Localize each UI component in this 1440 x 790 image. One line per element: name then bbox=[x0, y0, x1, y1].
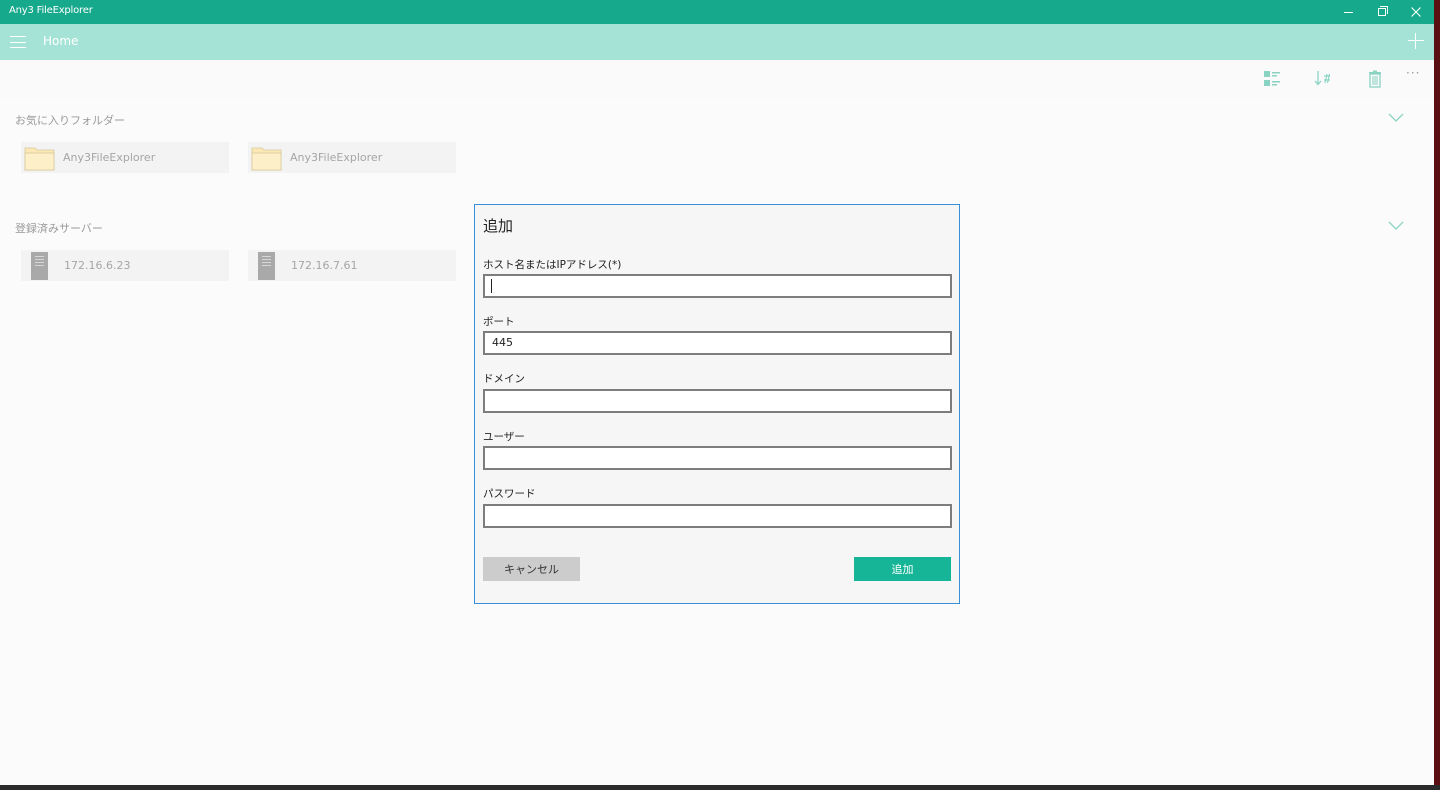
server-item[interactable]: 172.16.6.23 bbox=[21, 250, 229, 281]
chevron-down-icon[interactable] bbox=[1388, 221, 1404, 231]
restore-icon bbox=[1378, 6, 1388, 16]
add-server-dialog: 追加 ホスト名またはIPアドレス(*) ポート 445 ドメイン ユーザー パス… bbox=[474, 204, 960, 604]
app-header: Home bbox=[0, 24, 1434, 60]
minimize-button[interactable] bbox=[1331, 0, 1365, 24]
window-title: Any3 FileExplorer bbox=[9, 5, 93, 16]
favorite-folder-item[interactable]: Any3FileExplorer bbox=[21, 142, 229, 173]
server-icon bbox=[31, 251, 48, 280]
folder-label: Any3FileExplorer bbox=[63, 151, 156, 164]
server-label: 172.16.6.23 bbox=[64, 259, 131, 272]
folder-icon bbox=[24, 147, 55, 170]
favorites-section-title: お気に入りフォルダー bbox=[15, 114, 125, 127]
favorite-folder-item[interactable]: Any3FileExplorer bbox=[248, 142, 456, 173]
hamburger-icon[interactable] bbox=[10, 36, 26, 48]
dialog-title: 追加 bbox=[483, 217, 514, 235]
restore-button[interactable] bbox=[1365, 0, 1399, 24]
server-label: 172.16.7.61 bbox=[291, 259, 358, 272]
close-button[interactable] bbox=[1399, 0, 1433, 24]
background-edge bbox=[1434, 0, 1440, 790]
port-label: ポート bbox=[483, 316, 515, 328]
page-title: Home bbox=[43, 34, 79, 48]
servers-section-title: 登録済みサーバー bbox=[15, 222, 103, 235]
more-icon[interactable]: ··· bbox=[1406, 66, 1426, 86]
add-button[interactable]: 追加 bbox=[854, 557, 951, 581]
domain-label: ドメイン bbox=[483, 373, 525, 385]
minimize-icon bbox=[1343, 11, 1353, 13]
plus-icon[interactable] bbox=[1408, 33, 1424, 49]
user-label: ユーザー bbox=[483, 431, 525, 443]
host-label: ホスト名またはIPアドレス(*) bbox=[483, 259, 622, 271]
text-caret bbox=[491, 279, 492, 293]
port-input[interactable]: 445 bbox=[483, 331, 952, 355]
sort-icon[interactable] bbox=[1313, 68, 1333, 88]
toolbar: ··· bbox=[0, 60, 1434, 98]
domain-input[interactable] bbox=[483, 389, 952, 413]
close-icon bbox=[1411, 7, 1421, 17]
server-item[interactable]: 172.16.7.61 bbox=[248, 250, 456, 281]
host-input[interactable] bbox=[483, 274, 952, 298]
taskbar-edge bbox=[0, 785, 1440, 790]
cancel-button[interactable]: キャンセル bbox=[483, 557, 580, 581]
folder-label: Any3FileExplorer bbox=[290, 151, 383, 164]
folder-icon bbox=[251, 147, 282, 170]
view-list-icon[interactable] bbox=[1262, 69, 1282, 89]
server-icon bbox=[258, 251, 275, 280]
app-window: Any3 FileExplorer Home ··· お気に入りフォルダー An… bbox=[0, 0, 1434, 785]
title-bar[interactable]: Any3 FileExplorer bbox=[0, 0, 1434, 24]
password-label: パスワード bbox=[483, 488, 536, 500]
user-input[interactable] bbox=[483, 446, 952, 470]
password-input[interactable] bbox=[483, 504, 952, 528]
chevron-down-icon[interactable] bbox=[1388, 113, 1404, 123]
trash-icon[interactable] bbox=[1365, 69, 1385, 89]
